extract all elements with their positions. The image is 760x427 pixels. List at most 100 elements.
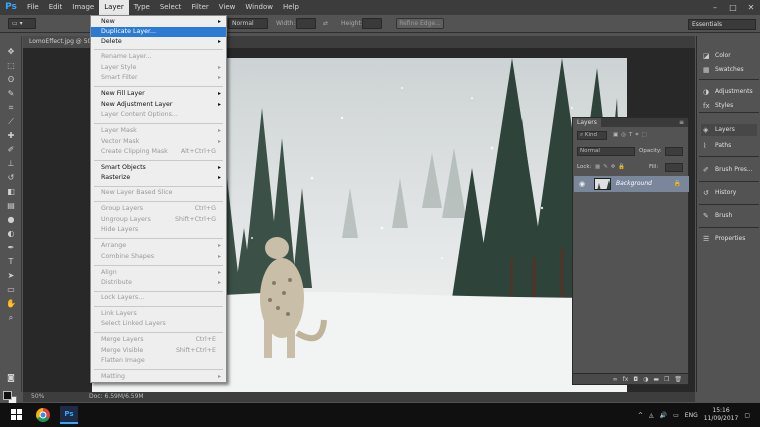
network-icon[interactable]: ◬ bbox=[649, 412, 654, 419]
layer-name[interactable]: Background bbox=[616, 176, 652, 192]
maximize-icon[interactable]: □ bbox=[724, 0, 742, 15]
menu-matting[interactable]: Matting ▸ bbox=[91, 372, 226, 382]
menu-type[interactable]: Type bbox=[129, 0, 155, 15]
menu-hide-layers[interactable]: Hide Layers bbox=[91, 225, 226, 235]
quick-select-tool-icon[interactable]: ✎ bbox=[3, 88, 19, 99]
menu-new[interactable]: New ▸ bbox=[91, 17, 226, 27]
shape-tool-icon[interactable]: ▭ bbox=[3, 284, 19, 295]
quick-mask-icon[interactable]: ◙ bbox=[3, 372, 19, 383]
stamp-tool-icon[interactable]: ⊥ bbox=[3, 158, 19, 169]
menu-layer[interactable]: Layer bbox=[99, 0, 129, 15]
dock-adjustments[interactable]: ◑ Adjustments bbox=[701, 86, 757, 98]
fx-icon[interactable]: fx bbox=[623, 376, 629, 383]
foreground-color-swatch[interactable] bbox=[3, 391, 12, 400]
windows-start-icon[interactable] bbox=[8, 406, 26, 424]
panel-menu-icon[interactable]: ≡ bbox=[679, 119, 684, 126]
style-select[interactable]: Normal bbox=[228, 18, 268, 29]
menu-new-layer-based-slice[interactable]: New Layer Based Slice bbox=[91, 188, 226, 198]
tool-preset-picker[interactable]: ▭ ▾ bbox=[8, 18, 36, 29]
close-icon[interactable]: ✕ bbox=[742, 0, 760, 15]
tray-chevron-icon[interactable]: ^ bbox=[638, 412, 643, 419]
menu-lock-layers[interactable]: Lock Layers... bbox=[91, 293, 226, 303]
marquee-tool-icon[interactable]: ⬚ bbox=[3, 60, 19, 71]
menu-flatten-image[interactable]: Flatten Image bbox=[91, 356, 226, 366]
brush-tool-icon[interactable]: ✐ bbox=[3, 144, 19, 155]
trash-icon[interactable]: 🗑 bbox=[674, 376, 682, 383]
menu-arrange[interactable]: Arrange ▸ bbox=[91, 241, 226, 251]
volume-icon[interactable]: 🔊 bbox=[660, 412, 667, 419]
menu-smart-objects[interactable]: Smart Objects ▸ bbox=[91, 163, 226, 173]
menu-edit[interactable]: Edit bbox=[44, 0, 68, 15]
blend-mode-select[interactable]: Normal bbox=[577, 147, 635, 156]
height-input[interactable] bbox=[362, 18, 382, 29]
menu-new-adjustment-layer[interactable]: New Adjustment Layer ▸ bbox=[91, 100, 226, 110]
menu-image[interactable]: Image bbox=[67, 0, 99, 15]
document-tab[interactable]: LomoEffect.jpg @ 50 bbox=[23, 36, 98, 48]
zoom-level[interactable]: 50% bbox=[31, 392, 44, 402]
lock-icons[interactable]: ▦✎✥🔒 bbox=[595, 163, 628, 172]
menu-layer-content-options[interactable]: Layer Content Options... bbox=[91, 110, 226, 120]
hand-tool-icon[interactable]: ✋ bbox=[3, 298, 19, 309]
menu-filter[interactable]: Filter bbox=[186, 0, 213, 15]
menu-view[interactable]: View bbox=[214, 0, 241, 15]
menu-layer-style[interactable]: Layer Style ▸ bbox=[91, 63, 226, 73]
eraser-tool-icon[interactable]: ◧ bbox=[3, 186, 19, 197]
dodge-tool-icon[interactable]: ◐ bbox=[3, 228, 19, 239]
layer-row-background[interactable]: ◉ Background 🔒 bbox=[574, 176, 689, 192]
menu-vector-mask[interactable]: Vector Mask ▸ bbox=[91, 137, 226, 147]
dock-paths[interactable]: ⌇ Paths bbox=[701, 140, 757, 152]
link-icon[interactable]: ∞ bbox=[613, 376, 618, 383]
menu-ungroup-layers[interactable]: Ungroup Layers Shift+Ctrl+G bbox=[91, 215, 226, 225]
menu-link-layers[interactable]: Link Layers bbox=[91, 309, 226, 319]
dock-properties[interactable]: ☰ Properties bbox=[701, 233, 757, 245]
type-tool-icon[interactable]: T bbox=[3, 256, 19, 267]
menu-layer-mask[interactable]: Layer Mask ▸ bbox=[91, 126, 226, 136]
menu-merge-layers[interactable]: Merge Layers Ctrl+E bbox=[91, 335, 226, 345]
workspace-select[interactable]: Essentials bbox=[688, 19, 756, 30]
dock-swatches[interactable]: ▦ Swatches bbox=[701, 64, 757, 76]
clock[interactable]: 15:16 11/09/2017 bbox=[704, 407, 739, 423]
menu-select[interactable]: Select bbox=[155, 0, 187, 15]
photoshop-taskbar-icon[interactable]: Ps bbox=[60, 406, 78, 424]
menu-combine-shapes[interactable]: Combine Shapes ▸ bbox=[91, 252, 226, 262]
opacity-input[interactable] bbox=[665, 147, 683, 156]
menu-distribute[interactable]: Distribute ▸ bbox=[91, 278, 226, 288]
menu-smart-filter[interactable]: Smart Filter ▸ bbox=[91, 73, 226, 83]
move-tool-icon[interactable]: ✥ bbox=[3, 46, 19, 57]
menu-delete[interactable]: Delete ▸ bbox=[91, 37, 226, 47]
zoom-tool-icon[interactable]: ⌕ bbox=[3, 312, 19, 323]
lasso-tool-icon[interactable]: ʘ bbox=[3, 74, 19, 85]
dock-styles[interactable]: fx Styles bbox=[701, 102, 757, 110]
menu-group-layers[interactable]: Group Layers Ctrl+G bbox=[91, 204, 226, 214]
eyedropper-tool-icon[interactable]: ⟋ bbox=[3, 116, 19, 127]
dock-layers[interactable]: ◈ Layers bbox=[701, 124, 757, 136]
mask-icon[interactable]: ◘ bbox=[633, 376, 638, 383]
chrome-icon[interactable] bbox=[34, 406, 52, 424]
menu-rasterize[interactable]: Rasterize ▸ bbox=[91, 173, 226, 183]
new-layer-icon[interactable]: ❐ bbox=[664, 376, 669, 383]
folder-icon[interactable]: ▬ bbox=[653, 376, 659, 383]
menu-file[interactable]: File bbox=[22, 0, 44, 15]
visibility-eye-icon[interactable]: ◉ bbox=[579, 176, 585, 192]
width-input[interactable] bbox=[296, 18, 316, 29]
notifications-icon[interactable]: ▢ bbox=[744, 412, 750, 419]
minimize-icon[interactable]: – bbox=[706, 0, 724, 15]
dock-brush[interactable]: ✎ Brush bbox=[701, 210, 757, 222]
menu-new-fill-layer[interactable]: New Fill Layer ▸ bbox=[91, 89, 226, 99]
fill-input[interactable] bbox=[665, 163, 683, 172]
battery-icon[interactable]: ▭ bbox=[673, 412, 679, 419]
adjustment-icon[interactable]: ◑ bbox=[643, 376, 648, 383]
menu-select-linked-layers[interactable]: Select Linked Layers bbox=[91, 319, 226, 329]
path-select-icon[interactable]: ➤ bbox=[3, 270, 19, 281]
swap-icon[interactable]: ⇄ bbox=[323, 18, 328, 29]
history-brush-icon[interactable]: ↺ bbox=[3, 172, 19, 183]
refine-edge-button[interactable]: Refine Edge... bbox=[396, 18, 444, 29]
pen-tool-icon[interactable]: ✒ bbox=[3, 242, 19, 253]
menu-merge-visible[interactable]: Merge Visible Shift+Ctrl+E bbox=[91, 346, 226, 356]
dock-brush-presets[interactable]: ✐ Brush Pres... bbox=[701, 164, 757, 176]
layers-panel-tab[interactable]: Layers bbox=[573, 118, 601, 127]
menu-create-clipping-mask[interactable]: Create Clipping Mask Alt+Ctrl+G bbox=[91, 147, 226, 157]
dock-history[interactable]: ↺ History bbox=[701, 187, 757, 199]
blur-tool-icon[interactable]: ● bbox=[3, 214, 19, 225]
menu-help[interactable]: Help bbox=[278, 0, 304, 15]
